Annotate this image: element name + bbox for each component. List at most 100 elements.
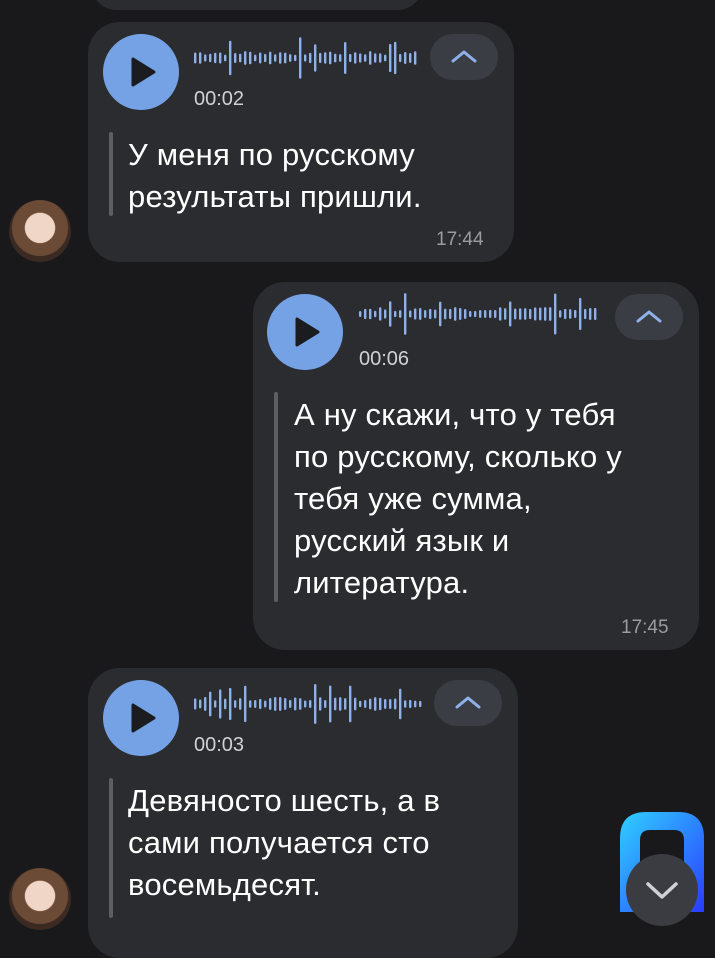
waveform-bar	[584, 308, 587, 320]
voice-waveform[interactable]	[359, 292, 599, 336]
transcription-collapse-button[interactable]	[615, 294, 683, 340]
waveform-bar	[309, 699, 312, 709]
waveform-bar	[204, 697, 207, 711]
waveform-bar	[384, 54, 387, 62]
waveform-bar	[404, 51, 407, 65]
waveform-bar	[559, 310, 562, 318]
waveform-bar	[214, 52, 217, 64]
waveform-bar	[484, 310, 487, 318]
waveform-bar	[394, 41, 397, 75]
transcription-text: Девяносто шесть, а в сами получается сто…	[128, 783, 441, 902]
waveform-bar	[359, 53, 362, 63]
voice-waveform[interactable]	[194, 36, 419, 80]
waveform-bar	[404, 700, 407, 708]
waveform-bar	[344, 698, 347, 710]
waveform-bar	[409, 699, 412, 709]
waveform-bar	[334, 53, 337, 63]
waveform-bar	[569, 309, 572, 319]
play-icon	[131, 703, 156, 733]
transcription-collapse-button[interactable]	[430, 34, 498, 80]
waveform-bar	[419, 700, 422, 708]
waveform-bar	[509, 301, 512, 327]
waveform-bar	[449, 308, 452, 320]
transcription-quote-bar	[109, 132, 113, 216]
waveform-bar	[254, 700, 257, 708]
waveform-bar	[464, 308, 467, 320]
waveform-bar	[359, 700, 362, 708]
waveform-bar	[359, 310, 362, 318]
waveform-bar	[319, 697, 322, 711]
waveform-bar	[289, 54, 292, 62]
waveform-bar	[264, 53, 267, 63]
waveform-bar	[344, 41, 347, 75]
voice-duration: 00:06	[359, 348, 410, 370]
waveform-bar	[279, 52, 282, 64]
waveform-bar	[199, 52, 202, 64]
waveform-bar	[399, 688, 402, 720]
waveform-bar	[314, 684, 317, 724]
waveform-bar	[234, 52, 237, 64]
voice-duration: 00:03	[194, 734, 245, 756]
waveform-bar	[204, 54, 207, 62]
avatar[interactable]	[9, 200, 71, 262]
waveform-bar	[294, 54, 297, 62]
message-bubble-incoming[interactable]: 00:02 У меня по русскому результаты приш…	[88, 22, 514, 262]
transcription-text: А ну скажи, что у тебя по русскому, скол…	[294, 397, 622, 600]
waveform-bar	[354, 52, 357, 64]
chevron-up-icon	[451, 50, 477, 63]
waveform-bar	[374, 53, 377, 63]
waveform-bar	[439, 301, 442, 327]
chevron-down-icon	[646, 882, 678, 899]
transcription-text: У меня по русскому результаты пришли.	[128, 137, 422, 214]
waveform-bar	[534, 307, 537, 321]
waveform-bar	[319, 52, 322, 64]
waveform-bar	[339, 54, 342, 62]
waveform-bar	[304, 54, 307, 62]
waveform-bar	[299, 37, 302, 79]
transcription-collapse-button[interactable]	[434, 680, 502, 726]
waveform-bar	[554, 293, 557, 335]
waveform-bar	[234, 700, 237, 708]
waveform-bar	[589, 307, 592, 321]
waveform-bar	[294, 697, 297, 711]
waveform-bar	[309, 52, 312, 64]
waveform-bar	[404, 293, 407, 335]
waveform-bar	[374, 697, 377, 711]
waveform-bar	[369, 308, 372, 320]
scroll-to-bottom-button[interactable]	[626, 854, 698, 926]
waveform-bar	[394, 310, 397, 318]
waveform-bar	[364, 700, 367, 708]
message-bubble-outgoing[interactable]: 00:06 А ну скажи, что у тебя по русскому…	[253, 282, 699, 650]
avatar[interactable]	[9, 868, 71, 930]
play-button[interactable]	[103, 34, 179, 110]
transcription-quote-bar	[109, 778, 113, 918]
waveform-bar	[529, 308, 532, 320]
message-bubble-incoming[interactable]: 00:03 Девяносто шесть, а в сами получает…	[88, 668, 518, 958]
play-button[interactable]	[103, 680, 179, 756]
waveform-bar	[369, 51, 372, 65]
waveform-bar	[459, 308, 462, 320]
waveform-bar	[199, 699, 202, 709]
chevron-up-icon	[455, 696, 481, 709]
waveform-bar	[429, 308, 432, 320]
waveform-bar	[494, 309, 497, 319]
waveform-bar	[399, 310, 402, 318]
voice-waveform[interactable]	[194, 682, 424, 726]
waveform-bar	[539, 307, 542, 321]
waveform-bar	[384, 309, 387, 319]
waveform-bar	[259, 52, 262, 64]
waveform-bar	[194, 52, 197, 64]
waveform-bar	[284, 698, 287, 710]
play-button[interactable]	[267, 294, 343, 370]
waveform-bar	[289, 699, 292, 709]
waveform-bar	[244, 51, 247, 65]
waveform-bar	[424, 310, 427, 318]
waveform-bar	[224, 698, 227, 710]
waveform-bar	[339, 697, 342, 711]
waveform-bar	[369, 698, 372, 710]
waveform-bar	[574, 309, 577, 319]
waveform-bar	[329, 685, 332, 723]
waveform-bar	[414, 308, 417, 320]
waveform-bar	[379, 307, 382, 321]
waveform-bar	[284, 52, 287, 64]
